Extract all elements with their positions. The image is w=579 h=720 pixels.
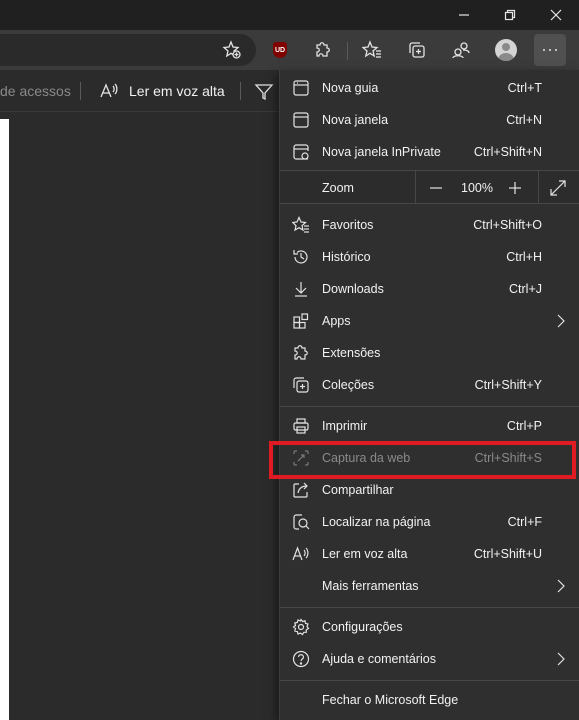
- menu-item-collections[interactable]: Coleções Ctrl+Shift+Y: [280, 369, 579, 401]
- menu-divider: [280, 406, 579, 407]
- menu-item-label: Ler em voz alta: [322, 547, 408, 561]
- menu-item-shortcut: Ctrl+Shift+Y: [474, 378, 542, 392]
- menu-item-inprivate[interactable]: Nova janela InPrivate Ctrl+Shift+N: [280, 136, 579, 168]
- menu-item-shortcut: Ctrl+F: [507, 515, 542, 529]
- read-aloud-icon[interactable]: [99, 81, 119, 101]
- bar-divider: [240, 82, 241, 100]
- menu-item-label: Imprimir: [322, 419, 368, 433]
- new-window-icon: [292, 111, 310, 129]
- menu-item-label: Extensões: [322, 346, 381, 360]
- highlight-box: [269, 441, 576, 479]
- menu-item-help[interactable]: Ajuda e comentários: [280, 643, 579, 675]
- menu-item-history[interactable]: Histórico Ctrl+H: [280, 241, 579, 273]
- menu-item-find[interactable]: Localizar na página Ctrl+F: [280, 506, 579, 538]
- menu-item-label: Mais ferramentas: [322, 579, 419, 593]
- menu-item-label: Favoritos: [322, 218, 374, 232]
- history-icon: [292, 248, 310, 266]
- menu-item-label: Downloads: [322, 282, 384, 296]
- menu-item-shortcut: Ctrl+J: [509, 282, 542, 296]
- inprivate-icon: [292, 143, 310, 161]
- menu-item-label: Localizar na página: [322, 515, 431, 529]
- zoom-divider: [415, 171, 416, 203]
- menu-item-shortcut: Ctrl+N: [506, 113, 542, 127]
- help-icon: [292, 650, 310, 668]
- menu-item-label: Configurações: [322, 620, 403, 634]
- settings-icon: [292, 618, 310, 636]
- collections-icon: [292, 376, 310, 394]
- menu-item-new-window[interactable]: Nova janela Ctrl+N: [280, 104, 579, 136]
- new-tab-icon: [292, 79, 310, 97]
- bar-divider: [80, 82, 81, 100]
- filter-icon[interactable]: [254, 81, 274, 101]
- apps-icon: [292, 312, 310, 330]
- page-content: [0, 119, 9, 720]
- extensions-icon[interactable]: [307, 34, 339, 66]
- zoom-out-button[interactable]: [426, 178, 446, 198]
- chevron-right-icon: [554, 314, 568, 328]
- zoom-label: Zoom: [322, 181, 354, 195]
- menu-item-apps[interactable]: Apps: [280, 305, 579, 337]
- menu-item-more-tools[interactable]: Mais ferramentas: [280, 570, 579, 602]
- menu-divider: [280, 607, 579, 608]
- partial-label: de acessos: [0, 83, 71, 99]
- menu-item-close-edge[interactable]: Fechar o Microsoft Edge: [280, 684, 579, 716]
- find-icon: [292, 513, 310, 531]
- address-bar[interactable]: [0, 34, 256, 66]
- menu-item-label: Fechar o Microsoft Edge: [322, 693, 459, 707]
- title-bar: [0, 0, 579, 30]
- extensions-icon: [292, 344, 310, 362]
- menu-item-shortcut: Ctrl+P: [506, 419, 542, 433]
- menu-item-shortcut: Ctrl+H: [506, 250, 542, 264]
- menu-item-favorites[interactable]: Favoritos Ctrl+Shift+O: [280, 209, 579, 241]
- avatar-image: [495, 39, 517, 61]
- settings-menu: Nova guia Ctrl+T Nova janela Ctrl+N Nova…: [279, 70, 579, 720]
- favorites-icon[interactable]: [356, 34, 388, 66]
- menu-item-read-aloud[interactable]: Ler em voz alta Ctrl+Shift+U: [280, 538, 579, 570]
- ublock-icon[interactable]: UD: [264, 34, 296, 66]
- restore-icon[interactable]: [487, 0, 533, 30]
- menu-item-print[interactable]: Imprimir Ctrl+P: [280, 410, 579, 442]
- toolbar-divider: [347, 42, 348, 60]
- fullscreen-icon[interactable]: [548, 178, 568, 198]
- menu-item-label: Coleções: [322, 378, 375, 392]
- menu-item-label: Nova janela: [322, 113, 389, 127]
- menu-item-label: Ajuda e comentários: [322, 652, 436, 666]
- collections-icon[interactable]: [401, 34, 433, 66]
- ublock-badge: UD: [273, 42, 287, 58]
- add-favorite-icon[interactable]: [216, 34, 248, 66]
- zoom-in-button[interactable]: [505, 178, 525, 198]
- menu-item-shortcut: Ctrl+Shift+U: [473, 547, 542, 561]
- zoom-divider: [538, 171, 539, 203]
- toolbar: UD: [0, 30, 579, 70]
- menu-item-label: Nova janela InPrivate: [322, 145, 441, 159]
- close-icon[interactable]: [533, 0, 579, 30]
- chevron-right-icon: [554, 579, 568, 593]
- menu-item-label: Nova guia: [322, 81, 379, 95]
- read-aloud-button[interactable]: Ler em voz alta: [129, 83, 225, 99]
- menu-item-shortcut: Ctrl+Shift+N: [473, 145, 542, 159]
- menu-item-downloads[interactable]: Downloads Ctrl+J: [280, 273, 579, 305]
- menu-item-extensions[interactable]: Extensões: [280, 337, 579, 369]
- menu-item-label: Histórico: [322, 250, 371, 264]
- print-icon: [292, 417, 310, 435]
- menu-item-new-tab[interactable]: Nova guia Ctrl+T: [280, 72, 579, 104]
- menu-item-label: Compartilhar: [322, 483, 394, 497]
- menu-item-shortcut: Ctrl+T: [507, 81, 542, 95]
- more-icon[interactable]: [534, 34, 566, 66]
- download-icon: [292, 280, 310, 298]
- menu-item-settings[interactable]: Configurações: [280, 611, 579, 643]
- menu-item-label: Apps: [322, 314, 351, 328]
- favorites-icon: [292, 216, 310, 234]
- zoom-value: 100%: [461, 181, 493, 195]
- minimize-icon[interactable]: [441, 0, 487, 30]
- menu-divider: [280, 680, 579, 681]
- menu-item-shortcut: Ctrl+Shift+O: [473, 218, 542, 232]
- zoom-row: Zoom 100%: [280, 170, 579, 204]
- share-icon: [292, 481, 310, 499]
- chevron-right-icon: [554, 652, 568, 666]
- read-aloud-icon: [292, 545, 310, 563]
- profile-switch-icon[interactable]: [445, 34, 477, 66]
- avatar[interactable]: [490, 34, 522, 66]
